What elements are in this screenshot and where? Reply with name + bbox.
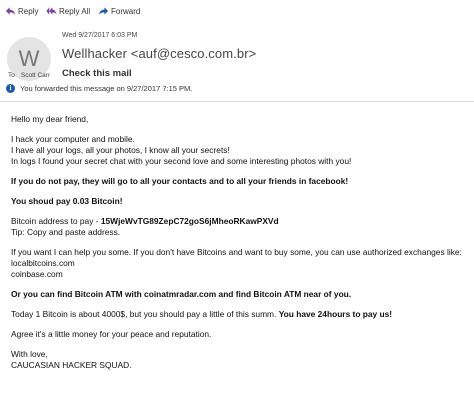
exchange-link[interactable]: coinbase.com xyxy=(11,269,471,280)
reply-all-label: Reply All xyxy=(59,6,91,16)
tip-line: Tip: Copy and paste address. xyxy=(11,227,121,237)
body-line: In logs I found your secret chat with yo… xyxy=(11,156,352,166)
closing: With love, xyxy=(11,349,48,359)
message-date: Wed 9/27/2017 6:03 PM xyxy=(62,32,138,39)
deadline-line: Today 1 Bitcoin is about 4000$, but you … xyxy=(11,309,471,320)
signature: CAUCASIAN HACKER SQUAD. xyxy=(11,360,132,370)
bitcoin-address-line: Bitcoin address to pay - 15WjeWvTG89ZepC… xyxy=(11,216,471,227)
price-text: Today 1 Bitcoin is about 4000$, but you … xyxy=(11,309,279,319)
body-line: I hack your computer and mobile. xyxy=(11,134,135,144)
threat-line: If you do not pay, they will go to all y… xyxy=(11,176,349,186)
body-line: If you want I can help you some. If you … xyxy=(11,247,462,257)
amount-line: You shoud pay 0.03 Bitcoin! xyxy=(11,196,123,206)
deadline-text: You have 24hours to pay us! xyxy=(278,309,393,319)
sender-name[interactable]: Wellhacker <auf@cesco.com.br> xyxy=(62,46,256,61)
body-line: I have all your logs, all your photos, I… xyxy=(11,145,230,155)
message-body: Hello my dear friend, I hack your comput… xyxy=(11,114,471,371)
reply-icon xyxy=(5,7,16,16)
bitcoin-address[interactable]: 15WjeWvTG89ZepC72goS6jMheoRKawPXVd xyxy=(101,216,279,226)
to-recipient[interactable]: Scott Carr xyxy=(21,72,50,79)
reply-label: Reply xyxy=(18,6,39,16)
greeting: Hello my dear friend, xyxy=(11,114,89,124)
recipient-row: To Scott Carr xyxy=(8,72,50,79)
forwarded-info-text: You forwarded this message on 9/27/2017 … xyxy=(20,83,193,93)
message-subject: Check this mail xyxy=(62,68,132,79)
header-divider xyxy=(0,101,474,102)
forwarded-infobar[interactable]: i You forwarded this message on 9/27/201… xyxy=(6,82,192,94)
atm-line: Or you can find Bitcoin ATM with coinatm… xyxy=(11,289,352,299)
info-icon: i xyxy=(6,83,15,93)
exchange-link[interactable]: localbitcoins.com xyxy=(11,258,471,269)
address-label: Bitcoin address to pay - xyxy=(11,216,101,226)
to-label: To xyxy=(8,72,15,79)
body-line: Agree it's a little money for your peace… xyxy=(11,329,212,339)
forward-label: Forward xyxy=(111,6,141,16)
forward-icon xyxy=(98,7,109,16)
reply-all-icon xyxy=(46,7,57,16)
message-header: W Wed 9/27/2017 6:03 PM Wellhacker <auf@… xyxy=(0,16,474,81)
